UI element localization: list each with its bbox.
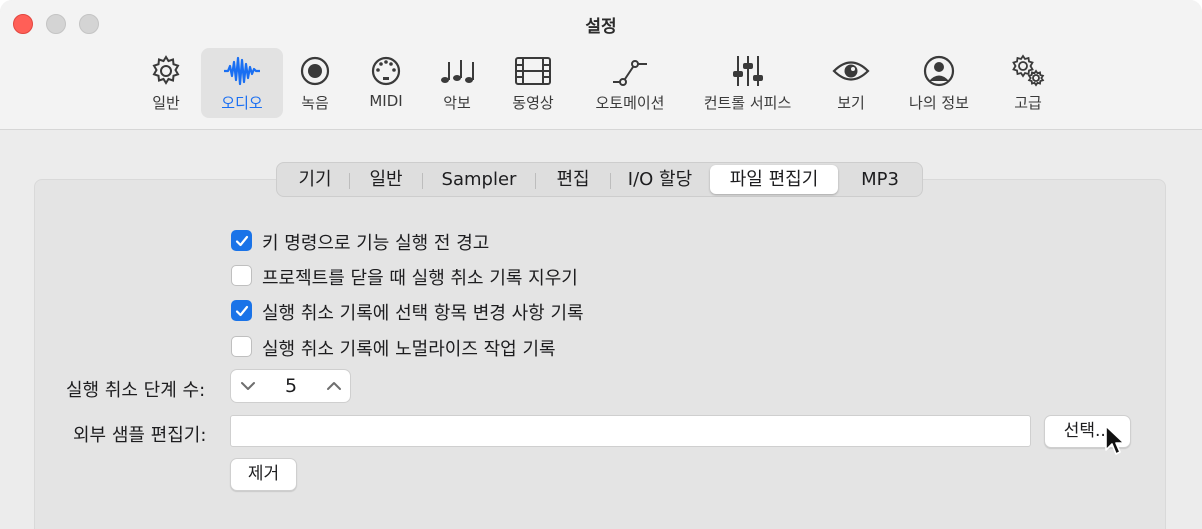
toolbar-item-my-info[interactable]: 나의 정보	[895, 48, 983, 118]
tab-editing[interactable]: 편집	[537, 165, 609, 194]
window-title: 설정	[585, 17, 617, 37]
film-icon	[514, 54, 552, 88]
tab-divider	[535, 173, 536, 189]
undo-steps-value[interactable]: 5	[271, 375, 311, 397]
undo-steps-label: 실행 취소 단계 수:	[66, 380, 206, 401]
gears-icon	[1009, 54, 1047, 88]
toolbar-item-label: 일반	[152, 94, 180, 112]
option-label: 실행 취소 기록에 선택 항목 변경 사항 기록	[262, 303, 584, 324]
external-editor-path-field[interactable]	[230, 415, 1031, 447]
tab-general[interactable]: 일반	[351, 165, 421, 194]
toolbar-item-label: 고급	[1014, 94, 1042, 112]
toolbar-item-audio[interactable]: 오디오	[201, 48, 283, 118]
tab-mp3[interactable]: MP3	[840, 165, 920, 194]
toolbar-item-label: 오디오	[221, 94, 263, 112]
title-bar: 설정 일반 오디오 녹음 MIDI 악보 동영상 오토메이션 컨트롤 서피스 보…	[0, 0, 1202, 130]
toolbar-item-automation[interactable]: 오토메이션	[580, 48, 680, 118]
checkbox-checked[interactable]	[231, 300, 252, 321]
toolbar-item-label: 악보	[443, 94, 471, 112]
toolbar-item-advanced[interactable]: 고급	[996, 48, 1060, 118]
toolbar-item-label: 오토메이션	[595, 94, 665, 112]
record-icon	[296, 54, 334, 88]
chevron-down-icon[interactable]	[237, 375, 259, 397]
tab-file-editor[interactable]: 파일 편집기	[710, 165, 838, 194]
checkbox-unchecked[interactable]	[231, 336, 252, 357]
music-notes-icon	[438, 54, 476, 88]
option-label: 실행 취소 기록에 노멀라이즈 작업 기록	[262, 339, 556, 360]
tab-divider	[422, 173, 423, 189]
automation-curve-icon	[611, 54, 649, 88]
remove-button[interactable]: 제거	[230, 458, 297, 491]
toolbar-item-general[interactable]: 일반	[128, 48, 204, 118]
toolbar-item-label: 컨트롤 서피스	[703, 94, 792, 112]
undo-steps-stepper: 5	[230, 369, 351, 403]
person-icon	[920, 54, 958, 88]
checkbox-checked[interactable]	[231, 230, 252, 251]
toolbar-item-label: 녹음	[301, 94, 329, 112]
chevron-up-icon[interactable]	[323, 375, 345, 397]
checkmark-icon	[235, 305, 249, 317]
toolbar-item-movie[interactable]: 동영상	[497, 48, 569, 118]
tab-divider	[610, 173, 611, 189]
waveform-icon	[223, 54, 261, 88]
tab-divider	[349, 173, 350, 189]
tab-sampler[interactable]: Sampler	[424, 165, 534, 194]
midi-port-icon	[367, 54, 405, 88]
eye-icon	[832, 54, 870, 88]
option-label: 키 명령으로 기능 실행 전 경고	[262, 233, 490, 254]
external-editor-label: 외부 샘플 편집기:	[73, 425, 207, 446]
checkmark-icon	[235, 235, 249, 247]
gear-icon	[147, 54, 185, 88]
audio-settings-panel	[34, 179, 1166, 529]
toolbar-item-score[interactable]: 악보	[425, 48, 489, 118]
checkbox-unchecked[interactable]	[231, 265, 252, 286]
toolbar-item-label: 동영상	[512, 94, 554, 112]
toolbar-item-label: MIDI	[369, 92, 403, 110]
tab-devices[interactable]: 기기	[281, 165, 349, 194]
sliders-icon	[729, 54, 767, 88]
toolbar-item-label: 나의 정보	[909, 94, 969, 112]
settings-window: 설정 일반 오디오 녹음 MIDI 악보 동영상 오토메이션 컨트롤 서피스 보…	[0, 0, 1202, 529]
toolbar-item-recording[interactable]: 녹음	[284, 48, 346, 118]
toolbar-item-view[interactable]: 보기	[818, 48, 884, 118]
mouse-pointer-icon	[1104, 424, 1130, 458]
toolbar-item-label: 보기	[837, 94, 865, 112]
audio-tabs: 기기 일반 Sampler 편집 I/O 할당 파일 편집기 MP3	[276, 162, 923, 197]
toolbar-item-control-surfaces[interactable]: 컨트롤 서피스	[690, 48, 805, 118]
option-label: 프로젝트를 닫을 때 실행 취소 기록 지우기	[262, 268, 578, 289]
tab-io-assignments[interactable]: I/O 할당	[612, 165, 708, 194]
toolbar-item-midi[interactable]: MIDI	[354, 48, 418, 118]
